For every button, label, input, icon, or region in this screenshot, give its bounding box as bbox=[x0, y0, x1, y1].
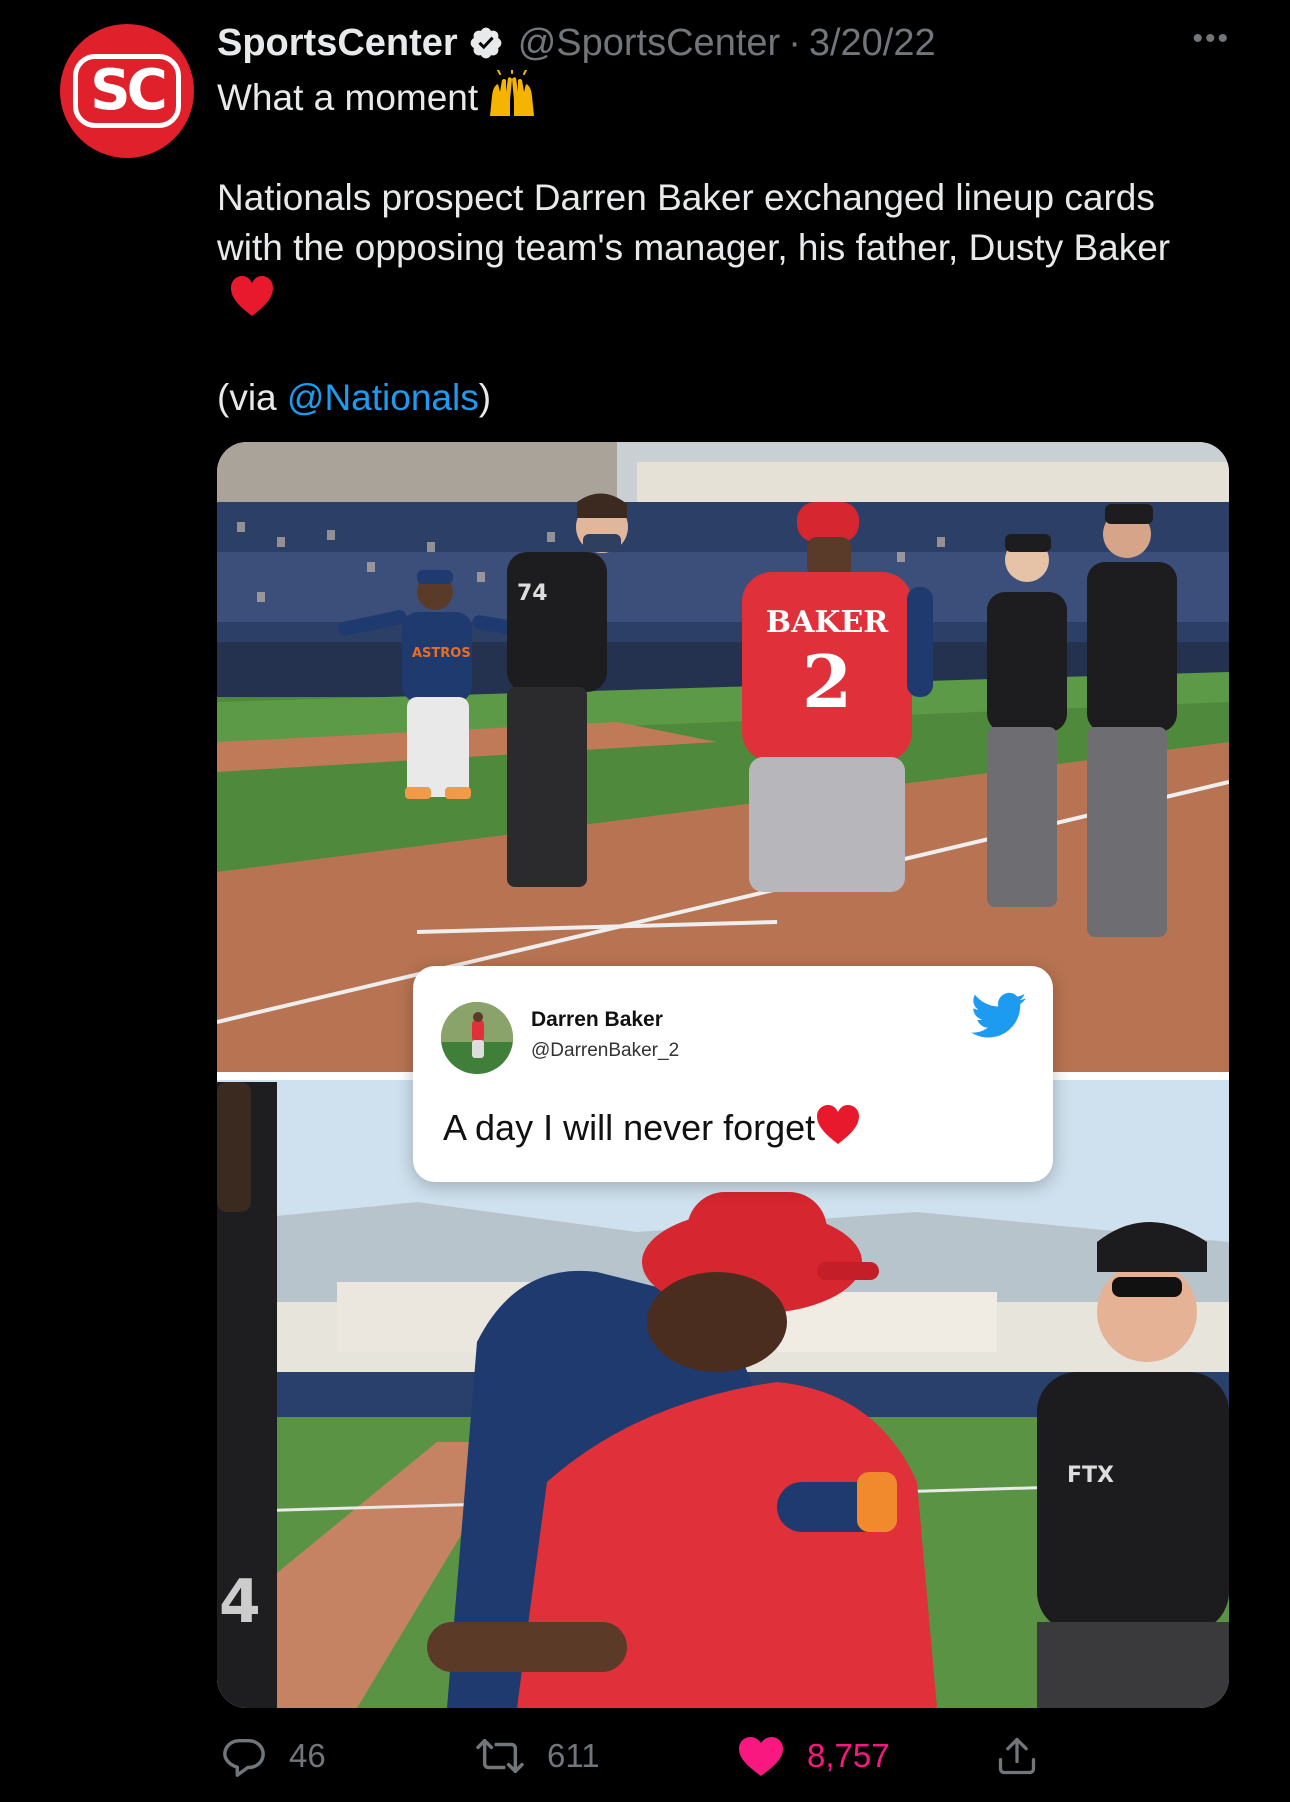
verified-badge-icon bbox=[470, 27, 502, 59]
via-prefix: (via bbox=[217, 377, 287, 418]
more-options-icon[interactable]: ••• bbox=[1192, 22, 1230, 56]
tweet-actions: 46 611 8,757 bbox=[217, 1730, 1229, 1782]
share-button[interactable] bbox=[995, 1730, 1061, 1782]
quoted-text-content: A day I will never forget bbox=[443, 1107, 816, 1148]
tweet-header: SportsCenter @SportsCenter · 3/20/22 ••• bbox=[217, 18, 1230, 68]
via-suffix: ) bbox=[478, 377, 492, 418]
like-button[interactable]: 8,757 bbox=[737, 1730, 890, 1782]
handle[interactable]: @SportsCenter bbox=[518, 22, 780, 65]
retweet-count: 611 bbox=[547, 1737, 600, 1774]
svg-text:74: 74 bbox=[517, 581, 548, 606]
tweet-line-1: What a moment bbox=[217, 70, 1227, 123]
svg-text:2: 2 bbox=[802, 639, 852, 724]
retweet-button[interactable]: 611 bbox=[475, 1730, 600, 1782]
tweet-body: What a moment Nationals prospect Darren … bbox=[217, 70, 1227, 423]
tweet-date[interactable]: 3/20/22 bbox=[809, 22, 936, 65]
quoted-avatar-photo bbox=[441, 1002, 513, 1074]
heart-filled-icon bbox=[739, 1737, 783, 1776]
quoted-text: A day I will never forget bbox=[443, 1104, 861, 1149]
avatar[interactable]: SC bbox=[60, 24, 194, 158]
reply-icon bbox=[223, 1738, 265, 1777]
display-name[interactable]: SportsCenter bbox=[217, 22, 458, 65]
quoted-handle: @DarrenBaker_2 bbox=[531, 1040, 680, 1061]
tweet-line-2: Nationals prospect Darren Baker exchange… bbox=[217, 173, 1227, 323]
quoted-name: Darren Baker bbox=[531, 1008, 663, 1031]
red-heart-emoji bbox=[231, 276, 273, 316]
svg-text:4: 4 bbox=[219, 1567, 261, 1637]
tweet-via: (via @Nationals) bbox=[217, 373, 1227, 423]
retweet-icon bbox=[476, 1738, 524, 1774]
quoted-avatar bbox=[441, 1002, 513, 1074]
reply-button[interactable]: 46 bbox=[221, 1730, 326, 1782]
svg-text:BAKER: BAKER bbox=[766, 605, 890, 640]
sportscenter-logo: SC bbox=[73, 54, 181, 128]
tweet-line-2-text: Nationals prospect Darren Baker exchange… bbox=[217, 177, 1171, 268]
svg-text:FTX: FTX bbox=[1067, 1463, 1114, 1488]
share-icon bbox=[998, 1737, 1036, 1775]
separator-dot: · bbox=[788, 21, 801, 64]
quoted-tweet-card: Darren Baker @DarrenBaker_2 A day I will… bbox=[413, 966, 1053, 1182]
svg-text:ASTROS: ASTROS bbox=[412, 646, 471, 661]
tweet-line-1-text: What a moment bbox=[217, 77, 479, 118]
raising-hands-emoji bbox=[490, 70, 535, 116]
nationals-link[interactable]: @Nationals bbox=[287, 377, 479, 418]
tweet-media[interactable]: ASTROS 74 BAKER 2 4 FTX Darren Baker @Da… bbox=[217, 442, 1229, 1708]
twitter-bird-icon bbox=[971, 992, 1027, 1038]
like-count: 8,757 bbox=[807, 1737, 890, 1774]
reply-count: 46 bbox=[289, 1737, 326, 1774]
red-heart-emoji bbox=[817, 1105, 860, 1144]
